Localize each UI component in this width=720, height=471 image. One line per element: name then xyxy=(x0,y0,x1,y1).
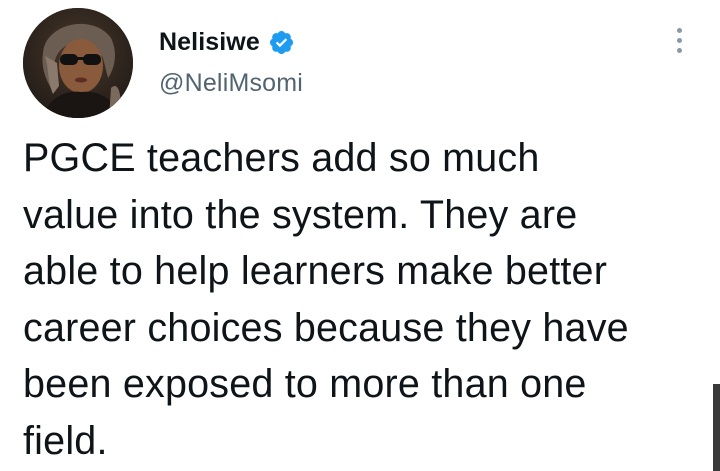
avatar-image xyxy=(23,8,133,118)
scrollbar[interactable] xyxy=(713,384,720,471)
more-vertical-icon-dot xyxy=(676,37,682,43)
tweet-card: Nelisiwe @NeliMsomi PGCE teachers add so… xyxy=(0,0,720,471)
verified-badge-icon xyxy=(268,29,295,56)
display-name[interactable]: Nelisiwe xyxy=(159,28,260,57)
more-options-button[interactable] xyxy=(664,24,694,56)
more-vertical-icon xyxy=(676,27,682,33)
tweet-text: PGCE teachers add so much value into the… xyxy=(23,136,629,463)
more-vertical-icon-dot xyxy=(676,47,682,53)
author-handle[interactable]: @NeliMsomi xyxy=(159,69,303,98)
avatar[interactable] xyxy=(23,8,133,118)
author-name-row: Nelisiwe xyxy=(159,26,295,58)
